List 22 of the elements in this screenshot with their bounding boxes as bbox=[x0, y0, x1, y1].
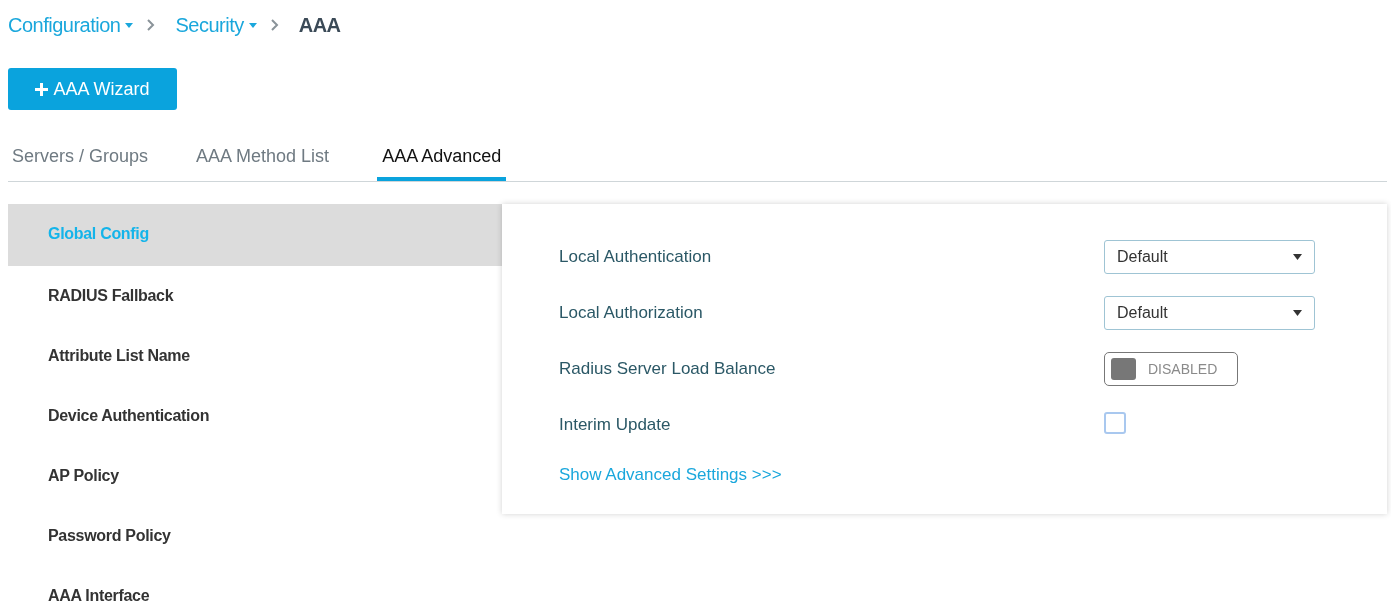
sidebar-item[interactable]: Device Authentication bbox=[8, 386, 502, 446]
setting-label: Radius Server Load Balance bbox=[559, 359, 777, 379]
sidebar-item[interactable]: Attribute List Name bbox=[8, 326, 502, 386]
setting-label: Local Authorization bbox=[559, 303, 704, 323]
sidebar-item[interactable]: RADIUS Fallback bbox=[8, 266, 502, 326]
caret-icon bbox=[1293, 310, 1302, 316]
sidebar-item[interactable]: AAA Interface bbox=[8, 566, 502, 601]
tab[interactable]: AAA Advanced bbox=[377, 138, 507, 181]
tab[interactable]: Servers / Groups bbox=[12, 138, 149, 181]
chevron-right-icon bbox=[270, 19, 279, 31]
plus-icon bbox=[35, 82, 49, 96]
caret-icon bbox=[1293, 254, 1302, 260]
setting-label: Local Authentication bbox=[559, 247, 713, 267]
dropdown-select[interactable]: Default bbox=[1104, 296, 1315, 330]
tab[interactable]: AAA Method List bbox=[196, 138, 330, 181]
sidebar-item[interactable]: Password Policy bbox=[8, 506, 502, 566]
chevron-right-icon bbox=[147, 19, 156, 31]
checkbox[interactable] bbox=[1104, 412, 1126, 434]
dropdown-select[interactable]: Default bbox=[1104, 240, 1315, 274]
breadcrumb-current: AAA bbox=[298, 13, 341, 37]
sidebar-item[interactable]: AP Policy bbox=[8, 446, 502, 506]
setting-label: Interim Update bbox=[559, 415, 672, 435]
